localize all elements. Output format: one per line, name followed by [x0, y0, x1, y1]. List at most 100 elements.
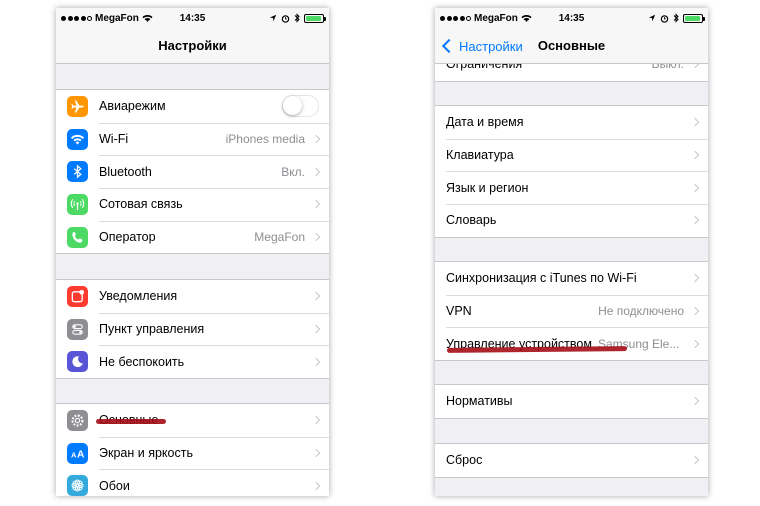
settings-row-display-brightness[interactable]: AA Экран и яркость [56, 436, 329, 470]
row-label: Нормативы [446, 394, 513, 409]
row-value: Не подключено [598, 304, 684, 319]
row-label: Пункт управления [99, 322, 205, 337]
page-title: Настройки [158, 38, 227, 53]
row-label: Клавиатура [446, 148, 514, 163]
row-label: Bluetooth [99, 164, 152, 179]
chevron-right-icon [690, 183, 700, 192]
settings-group-general: Основные AA Экран и яркость Обои [56, 403, 329, 496]
chevron-right-icon [690, 306, 700, 316]
chevron-right-icon [690, 274, 700, 283]
chevron-right-icon [311, 200, 321, 209]
row-label: Обои [99, 478, 130, 493]
chevron-right-icon [690, 339, 700, 348]
chevron-right-icon [311, 481, 321, 490]
carrier-name: MegaFon [95, 12, 139, 24]
status-bar: MegaFon 14:35 [435, 8, 708, 28]
back-button-label: Настройки [459, 38, 523, 54]
chevron-right-icon [690, 216, 700, 225]
settings-list: Авиарежим Wi-Fi iPhones media Bluetooth … [56, 64, 329, 496]
location-icon [648, 14, 656, 22]
chevron-right-icon [311, 357, 321, 366]
wifi-icon [67, 128, 88, 150]
row-label: Оператор [99, 230, 156, 245]
settings-row-airplane-mode[interactable]: Авиарежим [56, 90, 329, 123]
settings-row-notifications[interactable]: Уведомления [56, 280, 329, 313]
phone-icon [67, 226, 88, 248]
row-label: Сотовая связь [99, 197, 183, 212]
cellular-icon [67, 193, 88, 215]
row-label: Экран и яркость [99, 446, 193, 461]
wallpaper-icon [67, 475, 88, 496]
chevron-right-icon [690, 118, 700, 127]
settings-group-notifications: Уведомления Пункт управления Не беспокои… [56, 279, 329, 380]
settings-group-date-language: Дата и время Клавиатура Язык и регион Сл… [435, 105, 708, 238]
highlight-underline [96, 419, 166, 424]
bluetooth-status-icon [294, 13, 300, 23]
chevron-right-icon [311, 232, 321, 242]
settings-row-reset[interactable]: Сброс [435, 444, 708, 477]
signal-strength-icon [440, 15, 471, 21]
gear-icon [67, 409, 88, 431]
settings-row-wifi[interactable]: Wi-Fi iPhones media [56, 122, 329, 156]
settings-row-device-management[interactable]: Управление устройством Samsung Ele... [435, 327, 708, 360]
settings-screen: MegaFon 14:35 Настройки Авиарежим Wi-Fi … [56, 8, 329, 496]
navigation-bar: Настройки [56, 28, 329, 64]
row-value: MegaFon [254, 230, 305, 245]
settings-row-cellular[interactable]: Сотовая связь [56, 188, 329, 221]
svg-text:A: A [77, 449, 85, 460]
settings-row-itunes-wifi-sync[interactable]: Синхронизация с iTunes по Wi-Fi [435, 262, 708, 295]
battery-icon [304, 13, 326, 23]
chevron-right-icon [311, 292, 321, 301]
battery-icon [683, 13, 705, 23]
chevron-right-icon [311, 416, 321, 425]
settings-row-carrier[interactable]: Оператор MegaFon [56, 220, 329, 254]
chevron-right-icon [311, 167, 321, 176]
notifications-icon [67, 285, 88, 307]
display-brightness-icon: AA [67, 442, 88, 464]
svg-text:A: A [71, 450, 77, 459]
row-label: Сброс [446, 453, 483, 468]
row-value: iPhones media [225, 132, 305, 147]
settings-row-do-not-disturb[interactable]: Не беспокоить [56, 345, 329, 378]
settings-row-control-center[interactable]: Пункт управления [56, 312, 329, 346]
row-label: VPN [446, 304, 472, 319]
chevron-right-icon [311, 134, 321, 144]
row-label: Авиарежим [99, 99, 166, 114]
back-button[interactable]: Настройки [441, 28, 523, 64]
row-label: Wi-Fi [99, 132, 129, 147]
row-label: Дата и время [446, 115, 524, 130]
settings-row-regulatory[interactable]: Нормативы [435, 385, 708, 418]
general-settings-screen: MegaFon 14:35 Настройки Основные Огранич… [435, 8, 708, 496]
wifi-status-icon [142, 14, 153, 22]
settings-row-dictionary[interactable]: Словарь [435, 204, 708, 237]
settings-row-vpn[interactable]: VPN Не подключено [435, 294, 708, 328]
moon-icon [67, 351, 88, 373]
settings-row-wallpaper[interactable]: Обои [56, 469, 329, 496]
settings-row-date-time[interactable]: Дата и время [435, 106, 708, 139]
row-label: Синхронизация с iTunes по Wi-Fi [446, 271, 637, 286]
row-label: Язык и регион [446, 180, 529, 195]
alarm-icon [281, 14, 290, 23]
control-center-icon [67, 318, 88, 340]
bluetooth-icon [67, 161, 88, 183]
wifi-status-icon [521, 14, 532, 22]
settings-group-regulatory: Нормативы [435, 384, 708, 419]
chevron-right-icon [690, 150, 700, 160]
row-label: Словарь [446, 213, 497, 228]
settings-row-keyboard[interactable]: Клавиатура [435, 138, 708, 172]
navigation-bar: Настройки Основные [435, 28, 708, 64]
location-icon [269, 14, 277, 22]
alarm-icon [660, 14, 669, 23]
signal-strength-icon [61, 15, 92, 21]
page-title: Основные [537, 38, 606, 53]
bluetooth-status-icon [673, 13, 679, 23]
chevron-left-icon [441, 38, 457, 54]
row-value: Вкл. [281, 164, 305, 179]
carrier-name: MegaFon [474, 12, 518, 24]
airplane-mode-toggle[interactable] [282, 95, 319, 118]
settings-row-bluetooth[interactable]: Bluetooth Вкл. [56, 155, 329, 188]
airplane-icon [67, 95, 88, 117]
status-bar: MegaFon 14:35 [56, 8, 329, 28]
settings-group-connectivity: Авиарежим Wi-Fi iPhones media Bluetooth … [56, 89, 329, 255]
settings-row-language-region[interactable]: Язык и регион [435, 171, 708, 204]
